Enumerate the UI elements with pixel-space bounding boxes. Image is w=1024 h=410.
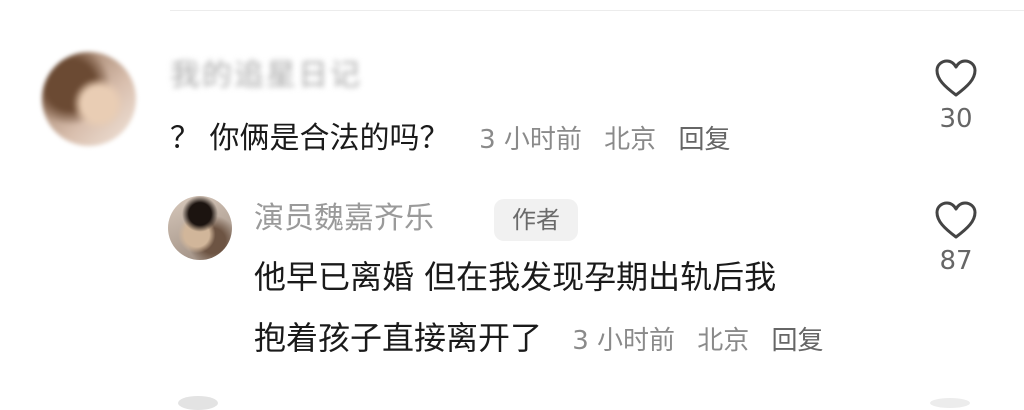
- comment-body: ？ 你俩是合法的吗？ 3 小时前 北京 回复: [170, 116, 744, 162]
- comment-text: ？ 你俩是合法的吗？: [170, 121, 450, 156]
- comment-meta: 3 小时前 北京 回复: [479, 125, 744, 155]
- reply-time: 3 小时前: [572, 326, 675, 356]
- reply-location: 北京: [697, 326, 750, 356]
- reply-like-button[interactable]: 87: [926, 200, 986, 276]
- heart-outline-icon: [935, 201, 977, 239]
- comment-like-button[interactable]: 30: [926, 58, 986, 134]
- comment-time: 3 小时前: [479, 125, 582, 155]
- reply-button[interactable]: 回复: [678, 125, 730, 155]
- reply-meta: 3 小时前 北京 回复: [572, 326, 837, 356]
- comment-location: 北京: [604, 125, 657, 155]
- heart-outline-icon: [935, 59, 977, 97]
- author-badge: 作者: [494, 199, 578, 241]
- reply-like-count: 87: [939, 246, 973, 276]
- reply-text-line2: 抱着孩子直接离开了: [254, 319, 543, 357]
- author-avatar[interactable]: [168, 196, 232, 260]
- commenter-username[interactable]: 我的追星日记: [170, 56, 362, 96]
- commenter-avatar[interactable]: [42, 52, 136, 146]
- next-like-peek: [930, 398, 970, 408]
- reply-reply-button[interactable]: 回复: [772, 326, 824, 356]
- reply-text-line1: 他早已离婚 但在我发现孕期出轨后我: [254, 258, 777, 296]
- next-avatar-peek: [178, 396, 218, 410]
- reply-body-line2: 抱着孩子直接离开了 3 小时前 北京 回复: [254, 314, 838, 365]
- comment-like-count: 30: [939, 104, 973, 134]
- reply-username[interactable]: 演员魏嘉齐乐: [254, 196, 434, 242]
- top-divider: [170, 10, 1024, 11]
